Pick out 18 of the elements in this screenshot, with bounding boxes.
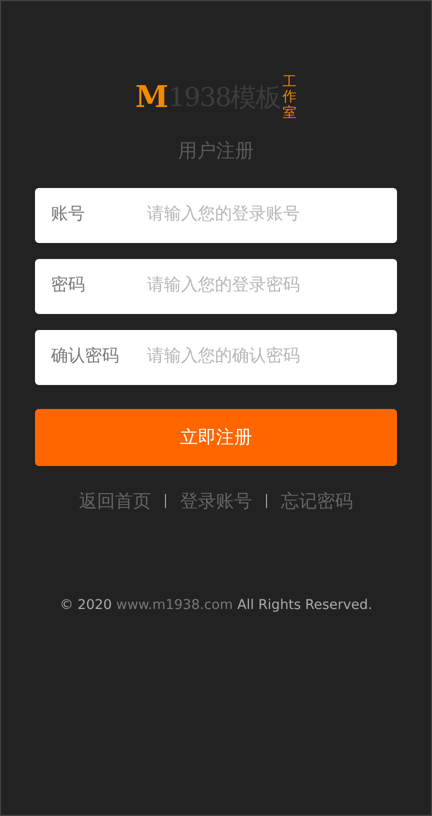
site-link[interactable]: www.m1938.com [116, 596, 233, 612]
nav-link[interactable]: 忘记密码 [281, 488, 353, 514]
nav-link[interactable]: 登录账号 [180, 488, 252, 514]
input-field[interactable]: 账号 请输入您的登录账号 [35, 188, 397, 242]
nav-link[interactable]: 返回首页 [79, 488, 151, 514]
copyright-text: © 2020 www.m1938.com All Rights Reserved. [58, 596, 374, 614]
field-label: 账号 [51, 203, 86, 226]
logo-initial: M [135, 83, 169, 113]
register-button[interactable]: 立即注册 [35, 408, 397, 466]
text-input[interactable]: 请输入您的确认密码 [145, 343, 381, 371]
page-title: 用户注册 [177, 139, 255, 164]
logo-tag: 工作室 [282, 74, 297, 122]
input-field[interactable]: 确认密码 请输入您的确认密码 [35, 330, 397, 384]
input-field[interactable]: 密码 请输入您的登录密码 [35, 258, 397, 314]
text-input[interactable]: 请输入您的登录密码 [145, 272, 381, 300]
field-label: 密码 [51, 274, 86, 298]
field-label: 确认密码 [51, 345, 120, 368]
text-input[interactable]: 请输入您的登录账号 [145, 201, 381, 229]
